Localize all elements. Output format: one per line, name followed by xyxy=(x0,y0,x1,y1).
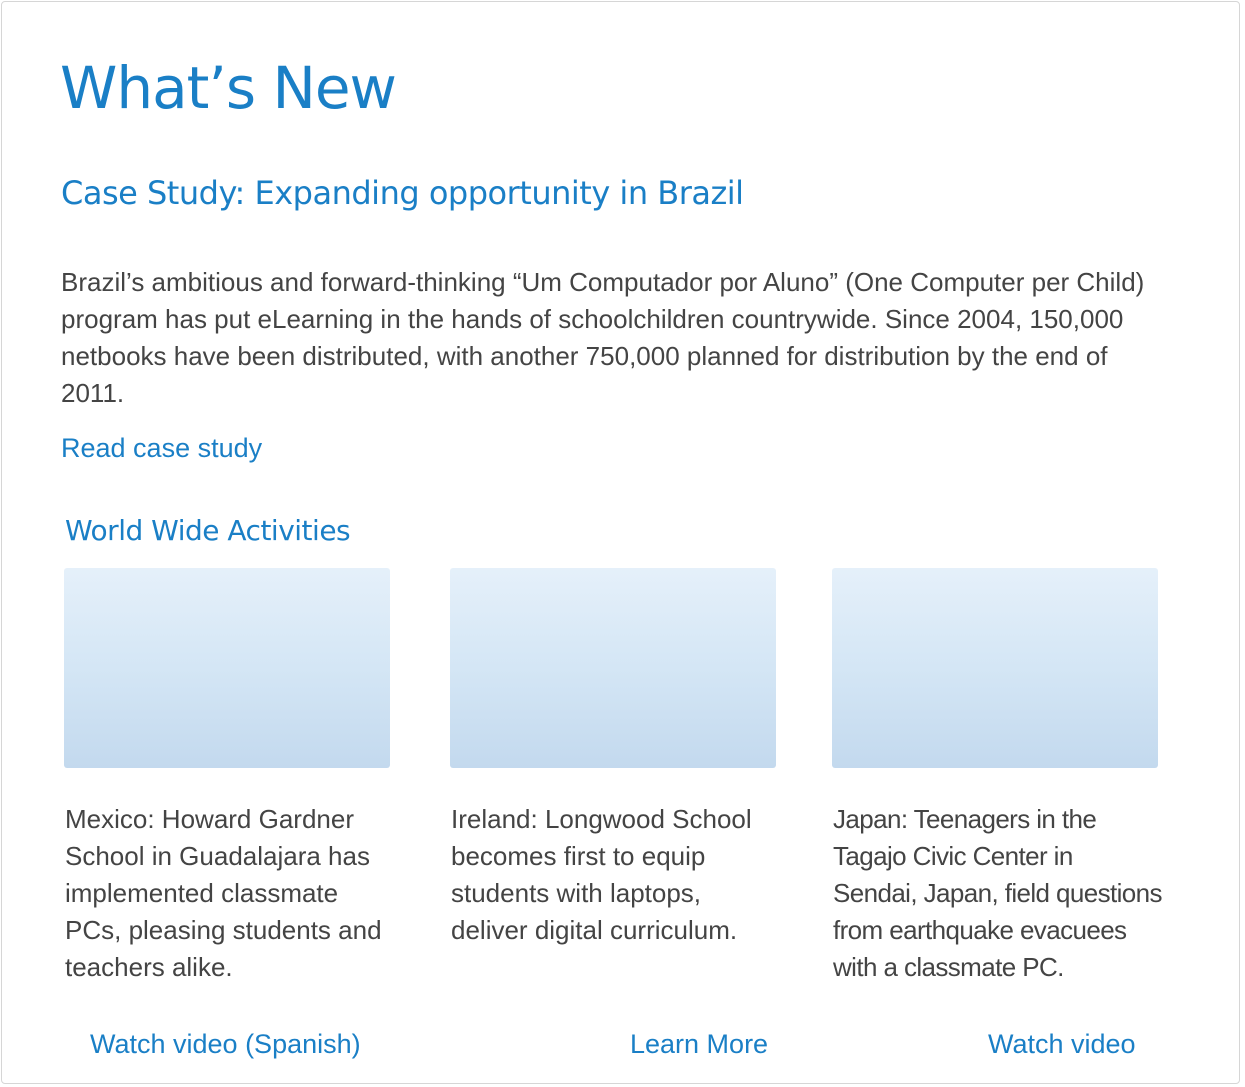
activity-thumbnail[interactable] xyxy=(64,568,390,768)
page-title: What’s New xyxy=(60,54,397,122)
read-case-study-link[interactable]: Read case study xyxy=(61,430,262,466)
activity-thumbnail[interactable] xyxy=(450,568,776,768)
case-study-title: Case Study: Expanding opportunity in Bra… xyxy=(61,174,744,212)
watch-video-spanish-link[interactable]: Watch video (Spanish) xyxy=(90,1026,361,1062)
activity-description: Ireland: Longwood School becomes first t… xyxy=(451,804,752,945)
whats-new-panel: What’s New Case Study: Expanding opportu… xyxy=(1,1,1240,1084)
activity-description: Mexico: Howard Gardner School in Guadala… xyxy=(65,804,382,982)
activity-description: Japan: Teenagers in the Tagajo Civic Cen… xyxy=(833,804,1163,982)
activity-thumbnail[interactable] xyxy=(832,568,1158,768)
case-study-body: Brazil’s ambitious and forward-thinking … xyxy=(61,267,1145,408)
world-wide-activities-title: World Wide Activities xyxy=(65,514,351,547)
watch-video-link[interactable]: Watch video xyxy=(988,1026,1136,1062)
learn-more-link[interactable]: Learn More xyxy=(630,1026,768,1062)
